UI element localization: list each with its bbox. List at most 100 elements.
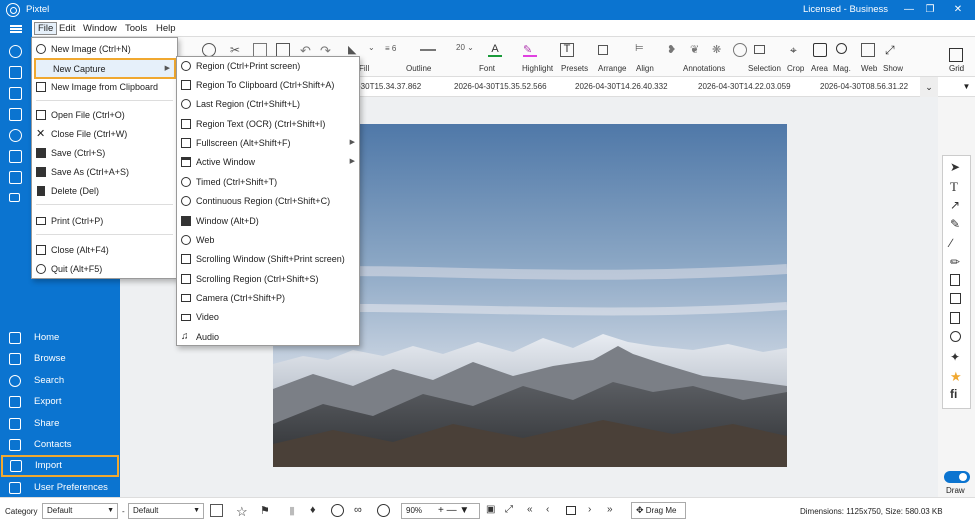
- menu-tools[interactable]: Tools: [122, 22, 150, 35]
- video-icon[interactable]: [9, 193, 20, 202]
- capture-scrolling-region[interactable]: Scrolling Region (Ctrl+Shift+S): [177, 270, 359, 289]
- menu-new-image[interactable]: New Image (Ctrl+N): [32, 40, 177, 59]
- document-tab[interactable]: 2026-04-30T14.22.03.059: [698, 82, 791, 91]
- menu-save-as[interactable]: Save As (Ctrl+A+S): [32, 163, 177, 182]
- arrange-icon[interactable]: [598, 45, 608, 55]
- menu-close-app[interactable]: Close (Alt+F4): [32, 241, 177, 260]
- magnify-icon[interactable]: [836, 43, 847, 54]
- step-counter-icon[interactable]: [950, 293, 961, 304]
- menu-quit[interactable]: Quit (Alt+F5): [32, 260, 177, 279]
- tag-icon[interactable]: ♦: [310, 504, 323, 517]
- document-tab[interactable]: 2026-04-30T14.26.40.332: [575, 82, 668, 91]
- menu-help[interactable]: Help: [153, 22, 179, 35]
- nav-home[interactable]: Home: [0, 328, 120, 348]
- menu-file[interactable]: File: [34, 22, 58, 35]
- redo-icon[interactable]: [202, 43, 216, 57]
- capture-icon[interactable]: [9, 45, 22, 58]
- capture-last-region[interactable]: Last Region (Ctrl+Shift+L): [177, 95, 359, 114]
- sparkle-tool-icon[interactable]: ✦: [950, 350, 963, 364]
- nav-user-preferences[interactable]: User Preferences: [0, 478, 120, 498]
- capture-region-ocr[interactable]: Region Text (OCR) (Ctrl+Shift+I): [177, 115, 359, 134]
- menu-new-capture[interactable]: New Capture ▶: [34, 58, 176, 79]
- stamp-tool-icon[interactable]: [950, 312, 960, 324]
- nav-export[interactable]: Export: [0, 392, 120, 412]
- document-tab[interactable]: 2026-04-30T08.56.31.22: [820, 82, 908, 91]
- maximize-button[interactable]: ❐: [918, 1, 942, 19]
- fill-bucket-icon[interactable]: ◣: [348, 43, 362, 57]
- drag-me-button[interactable]: ✥ Drag Me: [631, 502, 686, 519]
- bookmark-icon[interactable]: ▮: [289, 504, 302, 517]
- page-icon[interactable]: [566, 506, 576, 515]
- crop-tool-icon[interactable]: ⌖: [790, 43, 804, 57]
- grid-button[interactable]: Grid: [944, 43, 968, 73]
- redo-arrow-icon[interactable]: ↷: [320, 43, 334, 58]
- selection-icon[interactable]: [754, 45, 765, 54]
- highlight-pen-icon[interactable]: ✎: [523, 43, 537, 57]
- stroke-width-select[interactable]: ≡ 6: [385, 44, 411, 58]
- settings-tool-icon[interactable]: [950, 331, 961, 342]
- area-icon[interactable]: [813, 43, 827, 57]
- text-tool-icon[interactable]: T: [950, 179, 963, 194]
- capture-window[interactable]: Window (Alt+D): [177, 212, 359, 231]
- star-icon[interactable]: ☆: [236, 504, 249, 519]
- category-select[interactable]: Default ▼: [42, 503, 118, 519]
- history-icon[interactable]: [9, 129, 22, 142]
- edit-icon[interactable]: [210, 504, 223, 517]
- import-icon[interactable]: [9, 66, 22, 79]
- menu-save[interactable]: Save (Ctrl+S): [32, 144, 177, 163]
- undo-icon[interactable]: ↶: [300, 43, 314, 58]
- outline-style-icon[interactable]: [420, 43, 436, 51]
- tabs-overflow-icon[interactable]: ▼: [958, 77, 975, 97]
- menu-edit[interactable]: Edit: [56, 22, 78, 35]
- capture-camera[interactable]: Camera (Ctrl+Shift+P): [177, 289, 359, 308]
- marker-tool-icon[interactable]: ✏: [950, 255, 963, 269]
- capture-fullscreen[interactable]: Fullscreen (Alt+Shift+F) ▶: [177, 134, 359, 153]
- info-icon[interactable]: [331, 504, 344, 517]
- menu-open-file[interactable]: Open File (Ctrl+O): [32, 106, 177, 125]
- close-button[interactable]: ✕: [946, 1, 970, 19]
- star-tool-icon[interactable]: ★: [950, 369, 963, 384]
- next-page-icon[interactable]: ›: [588, 504, 601, 517]
- document-tab[interactable]: -30T15.34.37.862: [358, 82, 421, 91]
- cut-icon[interactable]: ✂: [230, 43, 244, 57]
- share-link-icon[interactable]: ∞: [354, 504, 367, 517]
- capture-timed[interactable]: Timed (Ctrl+Shift+T): [177, 173, 359, 192]
- zoom-control[interactable]: 90% + — ▼: [401, 503, 480, 519]
- fullscreen-status-icon[interactable]: ⤢: [505, 504, 518, 517]
- annotation-eraser-icon[interactable]: ❋: [712, 43, 726, 57]
- capture-web[interactable]: Web: [177, 231, 359, 250]
- document-icon[interactable]: [9, 87, 22, 100]
- menu-window[interactable]: Window: [80, 22, 120, 35]
- clipboard-icon[interactable]: [9, 171, 22, 184]
- pointer-icon[interactable]: ➤: [950, 160, 963, 174]
- menu-delete[interactable]: Delete (Del): [32, 182, 177, 201]
- presets-icon[interactable]: T: [560, 43, 574, 57]
- window-icon[interactable]: [9, 150, 22, 163]
- fit-icon[interactable]: ▣: [486, 504, 499, 517]
- capture-scrolling-window[interactable]: Scrolling Window (Shift+Print screen): [177, 250, 359, 269]
- capture-continuous-region[interactable]: Continuous Region (Ctrl+Shift+C): [177, 192, 359, 211]
- menu-new-image-clipboard[interactable]: New Image from Clipboard: [32, 78, 177, 97]
- capture-region-clipboard[interactable]: Region To Clipboard (Ctrl+Shift+A): [177, 76, 359, 95]
- last-page-icon[interactable]: »: [607, 504, 620, 517]
- ligature-tool-icon[interactable]: fi: [950, 387, 963, 401]
- align-icon[interactable]: ⊨: [635, 43, 649, 57]
- flag-icon[interactable]: ⚑: [260, 504, 273, 517]
- font-color-icon[interactable]: A: [488, 43, 502, 57]
- nav-share[interactable]: Share: [0, 414, 120, 434]
- capture-active-window[interactable]: Active Window ▶: [177, 153, 359, 172]
- capture-video[interactable]: Video: [177, 308, 359, 327]
- hamburger-menu-icon[interactable]: [0, 20, 32, 37]
- draw-toggle[interactable]: [944, 471, 970, 483]
- pen-tool-icon[interactable]: ✎: [950, 217, 963, 231]
- arrow-tool-icon[interactable]: ↗: [950, 198, 963, 212]
- nav-search[interactable]: Search: [0, 371, 120, 391]
- show-icon[interactable]: ⤢: [885, 43, 899, 57]
- first-page-icon[interactable]: «: [527, 504, 540, 517]
- crop-icon[interactable]: [9, 108, 22, 121]
- annotation-pen-icon[interactable]: ❥: [667, 43, 681, 57]
- document-tab[interactable]: 2026-04-30T15.35.52.566: [454, 82, 547, 91]
- copy-icon[interactable]: [253, 43, 267, 57]
- nav-import[interactable]: Import: [1, 455, 119, 477]
- note-tool-icon[interactable]: [950, 274, 960, 286]
